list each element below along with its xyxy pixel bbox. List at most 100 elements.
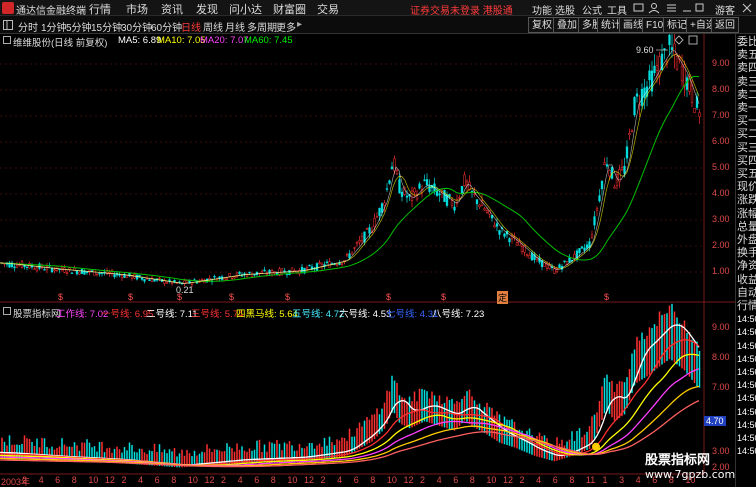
- dividend-marker[interactable]: $: [604, 292, 609, 302]
- line7-label: 七号线: 4.31: [386, 309, 439, 320]
- candle-body: [398, 179, 401, 194]
- period-weekly[interactable]: 周线: [203, 19, 223, 34]
- side-panel-item[interactable]: 买三: [737, 142, 756, 155]
- menu-function[interactable]: 功能: [532, 2, 552, 17]
- price-tick: 6.00: [712, 136, 730, 146]
- adjust-button[interactable]: 复权: [528, 17, 556, 33]
- more-arrow-icon[interactable]: ▸: [297, 19, 302, 30]
- menu-formula[interactable]: 公式: [582, 2, 602, 17]
- side-panel-item[interactable]: 涨幅: [737, 208, 756, 221]
- candle-body: [520, 246, 524, 252]
- candle-body: [680, 65, 684, 82]
- side-panel-item[interactable]: 卖四: [737, 62, 756, 75]
- side-panel-item[interactable]: 买四: [737, 155, 756, 168]
- dividend-marker[interactable]: $: [285, 292, 290, 302]
- date-tick: 10: [386, 475, 397, 485]
- side-panel-item[interactable]: 外盘: [737, 234, 756, 247]
- indicator-name[interactable]: 股票指标网: [13, 306, 61, 320]
- menu-wealth[interactable]: 财富圈: [273, 1, 306, 17]
- side-panel-item[interactable]: 卖二: [737, 89, 756, 102]
- period-5min[interactable]: 5分钟: [66, 19, 92, 34]
- side-panel-item[interactable]: 换手: [737, 247, 756, 260]
- side-panel-item[interactable]: 14:50: [737, 366, 756, 379]
- menu-discover[interactable]: 发现: [196, 1, 218, 17]
- side-panel-item[interactable]: 卖三: [737, 76, 756, 89]
- side-panel-item[interactable]: 委比: [737, 36, 756, 49]
- layout-icon[interactable]: [3, 20, 13, 30]
- guest-label[interactable]: 游客: [715, 2, 735, 17]
- period-daily[interactable]: 日线: [181, 19, 201, 34]
- menu-market[interactable]: 市场: [126, 1, 148, 17]
- overlay-button[interactable]: 叠加: [553, 17, 581, 33]
- side-panel-item[interactable]: 14:50: [737, 353, 756, 366]
- side-panel-item[interactable]: 买一: [737, 115, 756, 128]
- side-panel-item[interactable]: 14:50: [737, 379, 756, 392]
- menu-icon[interactable]: [667, 4, 676, 12]
- menu-ask[interactable]: 问小达: [229, 1, 262, 17]
- menu-trade[interactable]: 交易: [317, 1, 339, 17]
- side-panel-item[interactable]: 14:50: [737, 419, 756, 432]
- date-tick: 4: [38, 475, 44, 485]
- side-panel-item[interactable]: 14:50: [737, 432, 756, 445]
- user-icon[interactable]: [648, 3, 660, 14]
- menu-news[interactable]: 资讯: [161, 1, 183, 17]
- login-notice[interactable]: 证券交易未登录 港股通: [410, 2, 513, 17]
- side-panel-item[interactable]: 14:50: [737, 406, 756, 419]
- dividend-marker[interactable]: $: [229, 292, 234, 302]
- dividend-marker[interactable]: $: [441, 292, 446, 302]
- side-panel-item[interactable]: 买二: [737, 128, 756, 141]
- dividend-marker[interactable]: $: [177, 292, 182, 302]
- period-intraday[interactable]: 分时: [18, 19, 38, 34]
- side-panel-item[interactable]: 14:50: [737, 445, 756, 458]
- side-panel-item[interactable]: 收益: [737, 274, 756, 287]
- side-panel-item[interactable]: 涨跌: [737, 194, 756, 207]
- side-panel-item[interactable]: 现价: [737, 181, 756, 194]
- chat-icon[interactable]: [633, 3, 644, 12]
- indicator-tick: 8.00: [712, 352, 730, 362]
- period-60min[interactable]: 60分钟: [151, 19, 182, 34]
- indicator-chart[interactable]: [0, 303, 701, 468]
- placement-marker[interactable]: 定: [497, 291, 509, 304]
- price-chart[interactable]: [0, 34, 701, 288]
- side-panel-item[interactable]: 14:50: [737, 326, 756, 339]
- side-panel-item[interactable]: 卖五: [737, 49, 756, 62]
- side-panel-item[interactable]: 买五: [737, 168, 756, 181]
- price-tick: 8.00: [712, 84, 730, 94]
- period-15min[interactable]: 15分钟: [91, 19, 122, 34]
- dividend-marker[interactable]: $: [386, 292, 391, 302]
- back-button[interactable]: 返回: [711, 17, 739, 33]
- period-1min[interactable]: 1分钟: [41, 19, 67, 34]
- period-more[interactable]: 更多: [276, 19, 296, 34]
- side-panel-item[interactable]: 行情: [737, 300, 756, 313]
- side-panel-item[interactable]: 自动: [737, 287, 756, 300]
- side-panel-item[interactable]: 14:50: [737, 313, 756, 326]
- panel-toggle-icon[interactable]: [3, 307, 11, 315]
- side-panel-item[interactable]: 14:50: [737, 392, 756, 405]
- candle-body: [590, 234, 594, 238]
- period-monthly[interactable]: 月线: [225, 19, 245, 34]
- candle-body: [213, 276, 216, 278]
- date-tick: 8: [469, 475, 475, 485]
- side-panel-item[interactable]: 净资: [737, 260, 756, 273]
- period-multi[interactable]: 多周期: [247, 19, 277, 34]
- candle-body: [63, 267, 66, 273]
- candle-body: [460, 185, 464, 194]
- maximize-icon[interactable]: [695, 3, 704, 12]
- chart-area[interactable]: [0, 34, 735, 475]
- candle-body: [673, 43, 676, 55]
- dividend-marker[interactable]: $: [58, 292, 63, 302]
- menu-select-stock[interactable]: 选股: [555, 2, 575, 17]
- candle-body: [545, 263, 549, 269]
- dividend-marker[interactable]: $: [128, 292, 133, 302]
- menu-quotes[interactable]: 行情: [89, 1, 111, 17]
- candle-body: [648, 70, 651, 81]
- candle-body: [253, 274, 256, 276]
- side-panel-item[interactable]: 卖一: [737, 102, 756, 115]
- candle-body: [315, 263, 319, 271]
- menu-tools[interactable]: 工具: [607, 2, 627, 17]
- close-icon[interactable]: [742, 3, 752, 13]
- side-panel-item[interactable]: 14:50: [737, 340, 756, 353]
- period-30min[interactable]: 30分钟: [121, 19, 152, 34]
- side-panel-item[interactable]: 总量: [737, 221, 756, 234]
- candle-body: [405, 195, 409, 198]
